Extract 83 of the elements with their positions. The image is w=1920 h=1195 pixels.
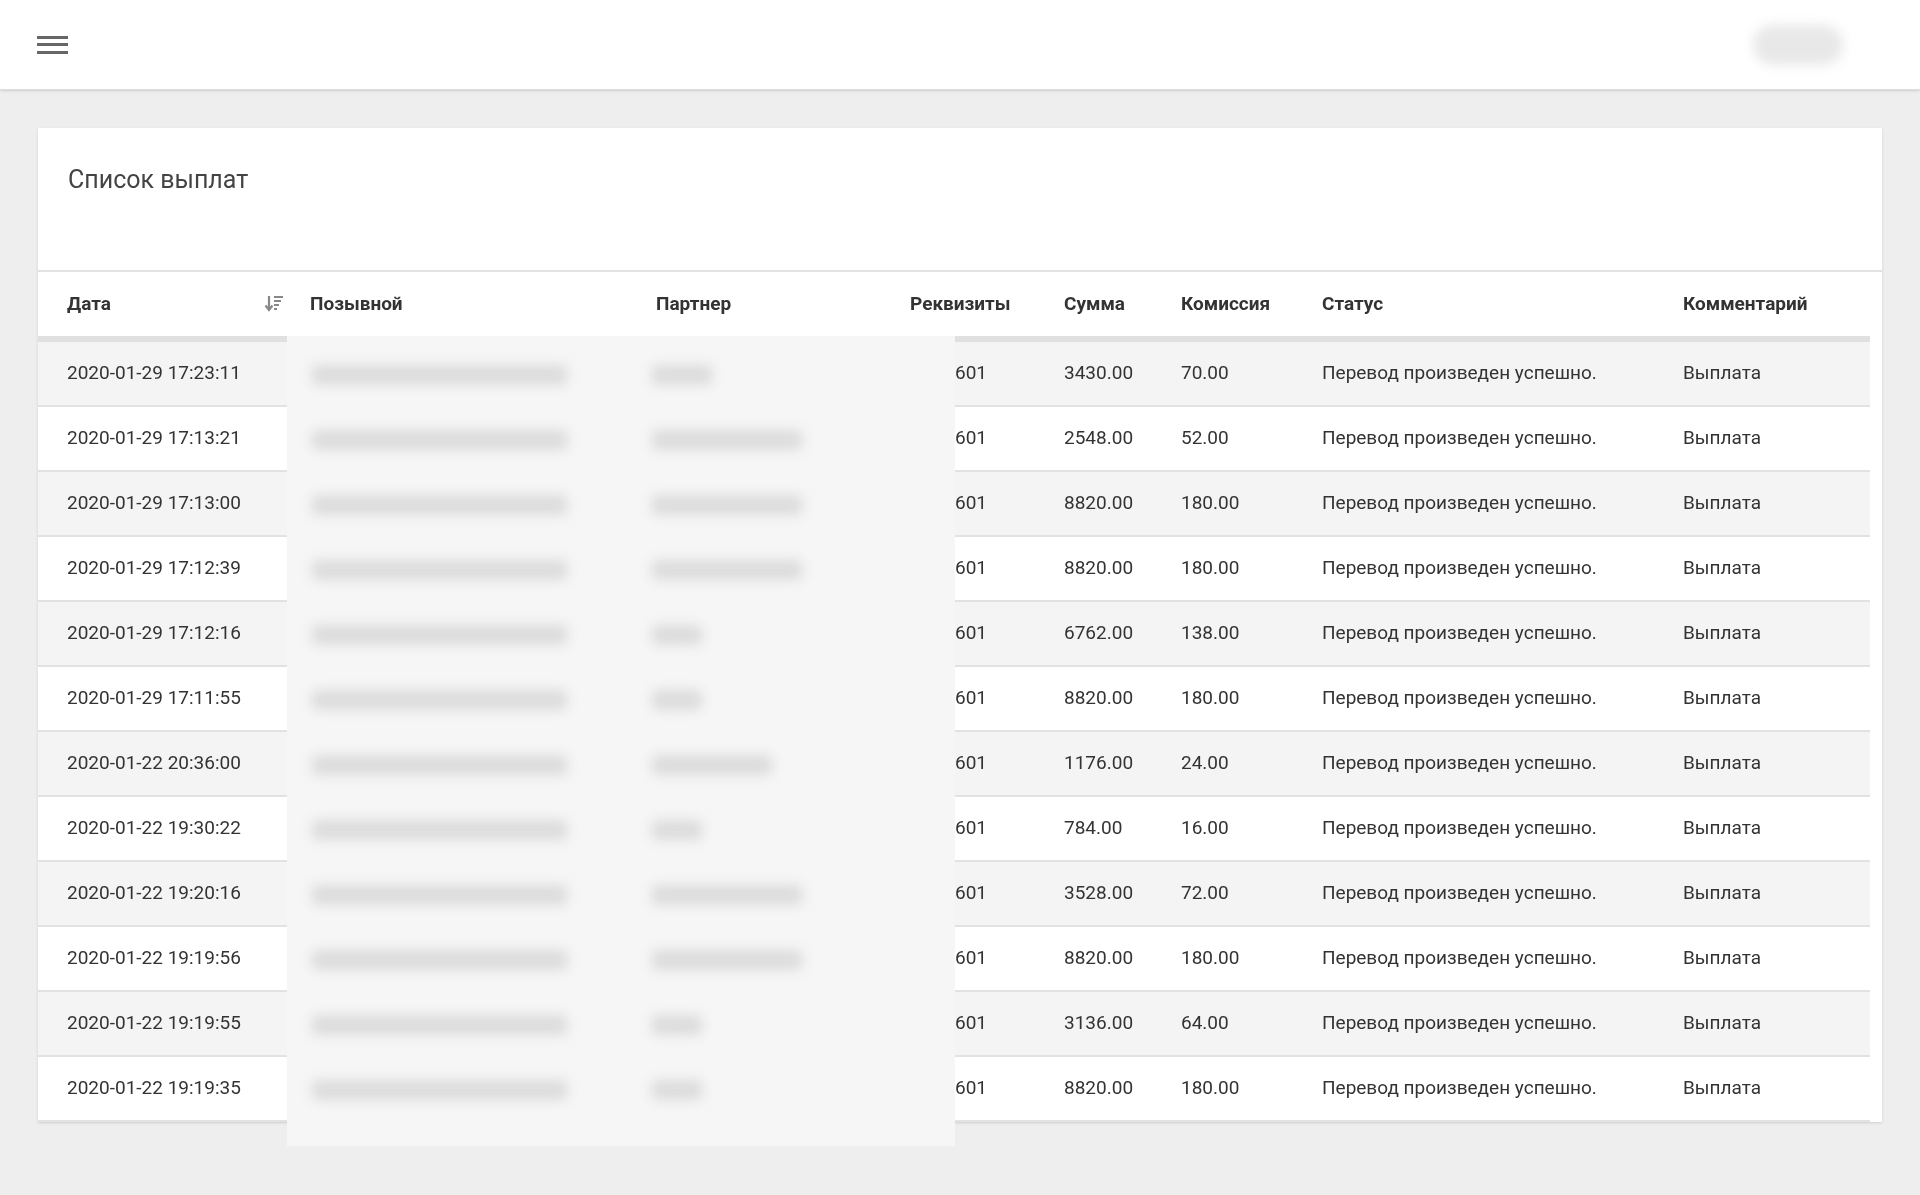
fee-cell-text: 52.00 — [1180, 425, 1230, 452]
fee-cell-text: 70.00 — [1180, 360, 1230, 387]
column-header[interactable]: Комментарий — [1683, 289, 1808, 319]
amount-cell-text: 6762.00 — [1063, 620, 1135, 647]
fee-cell-text: 16.00 — [1180, 815, 1230, 842]
status-cell-text: Перевод произведен успешно. — [1321, 945, 1598, 972]
date-cell-text: 2020-01-22 20:36:00 — [66, 750, 242, 777]
requisites-cell-text: 601 — [954, 360, 989, 387]
column-header[interactable]: Партнер — [656, 289, 732, 319]
comment-cell-text: Выплата — [1682, 360, 1763, 387]
date-cell-text: 2020-01-22 19:19:55 — [66, 1010, 242, 1037]
requisites-cell-text: 601 — [954, 425, 989, 452]
status-cell-text: Перевод произведен успешно. — [1321, 880, 1598, 907]
requisites-cell-text: 601 — [954, 1010, 989, 1037]
status-cell-text: Перевод произведен успешно. — [1321, 490, 1598, 517]
date-cell-text: 2020-01-29 17:12:39 — [66, 555, 242, 582]
comment-cell-text: Выплата — [1682, 490, 1763, 517]
fee-cell-text: 180.00 — [1180, 1075, 1241, 1102]
date-cell-text: 2020-01-22 19:30:22 — [66, 815, 242, 842]
requisites-cell-text: 601 — [954, 620, 989, 647]
column-header[interactable]: Комиссия — [1181, 289, 1271, 319]
comment-cell-text: Выплата — [1682, 1010, 1763, 1037]
date-cell-text: 2020-01-29 17:12:16 — [66, 620, 242, 647]
amount-cell-text: 8820.00 — [1063, 685, 1135, 712]
fee-cell-text: 180.00 — [1180, 490, 1241, 517]
requisites-cell-text: 601 — [954, 555, 989, 582]
comment-cell-text: Выплата — [1682, 620, 1763, 647]
status-cell-text: Перевод произведен успешно. — [1321, 360, 1598, 387]
column-header[interactable]: Дата — [67, 289, 111, 319]
fee-cell-text: 180.00 — [1180, 685, 1241, 712]
status-cell-text: Перевод произведен успешно. — [1321, 425, 1598, 452]
date-cell-text: 2020-01-22 19:19:35 — [66, 1075, 242, 1102]
card-title: Список выплат — [68, 164, 250, 196]
comment-cell-text: Выплата — [1682, 425, 1763, 452]
comment-cell-text: Выплата — [1682, 945, 1763, 972]
status-cell-text: Перевод произведен успешно. — [1321, 1010, 1598, 1037]
amount-cell-text: 3136.00 — [1063, 1010, 1135, 1037]
amount-cell-text: 784.00 — [1063, 815, 1124, 842]
column-header[interactable]: Сумма — [1064, 289, 1126, 319]
menu-icon[interactable] — [37, 33, 68, 56]
status-cell-text: Перевод произведен успешно. — [1321, 685, 1598, 712]
amount-cell-text: 8820.00 — [1063, 490, 1135, 517]
status-cell-text: Перевод произведен успешно. — [1321, 555, 1598, 582]
fee-cell-text: 138.00 — [1180, 620, 1241, 647]
status-cell-text: Перевод произведен успешно. — [1321, 1075, 1598, 1102]
date-cell-text: 2020-01-29 17:11:55 — [66, 685, 242, 712]
amount-cell-text: 8820.00 — [1063, 555, 1135, 582]
amount-cell-text: 2548.00 — [1063, 425, 1135, 452]
fee-cell-text: 180.00 — [1180, 945, 1241, 972]
comment-cell-text: Выплата — [1682, 750, 1763, 777]
status-cell-text: Перевод произведен успешно. — [1321, 815, 1598, 842]
date-cell-text: 2020-01-22 19:19:56 — [66, 945, 242, 972]
requisites-cell-text: 601 — [954, 490, 989, 517]
date-cell-text: 2020-01-29 17:23:11 — [66, 360, 242, 387]
status-cell-text: Перевод произведен успешно. — [1321, 620, 1598, 647]
column-header[interactable]: Статус — [1322, 289, 1384, 319]
status-cell-text: Перевод произведен успешно. — [1321, 750, 1598, 777]
fee-cell-text: 72.00 — [1180, 880, 1230, 907]
date-cell-text: 2020-01-29 17:13:00 — [66, 490, 242, 517]
date-cell-text: 2020-01-22 19:20:16 — [66, 880, 242, 907]
amount-cell-text: 3528.00 — [1063, 880, 1135, 907]
column-header[interactable]: Позывной — [310, 289, 403, 319]
comment-cell-text: Выплата — [1682, 555, 1763, 582]
comment-cell-text: Выплата — [1682, 1075, 1763, 1102]
fee-cell-text: 24.00 — [1180, 750, 1230, 777]
amount-cell-text: 8820.00 — [1063, 1075, 1135, 1102]
date-cell-text: 2020-01-29 17:13:21 — [66, 425, 242, 452]
column-header[interactable]: Реквизиты — [910, 289, 1011, 319]
comment-cell-text: Выплата — [1682, 815, 1763, 842]
amount-cell-text: 3430.00 — [1063, 360, 1135, 387]
requisites-cell-text: 601 — [954, 685, 989, 712]
comment-cell-text: Выплата — [1682, 880, 1763, 907]
requisites-cell-text: 601 — [954, 945, 989, 972]
amount-cell-text: 1176.00 — [1063, 750, 1135, 777]
requisites-cell-text: 601 — [954, 750, 989, 777]
requisites-cell-text: 601 — [954, 815, 989, 842]
fee-cell-text: 180.00 — [1180, 555, 1241, 582]
comment-cell-text: Выплата — [1682, 685, 1763, 712]
sort-icon — [264, 294, 284, 314]
fee-cell-text: 64.00 — [1180, 1010, 1230, 1037]
amount-cell-text: 8820.00 — [1063, 945, 1135, 972]
requisites-cell-text: 601 — [954, 880, 989, 907]
requisites-cell-text: 601 — [954, 1075, 989, 1102]
